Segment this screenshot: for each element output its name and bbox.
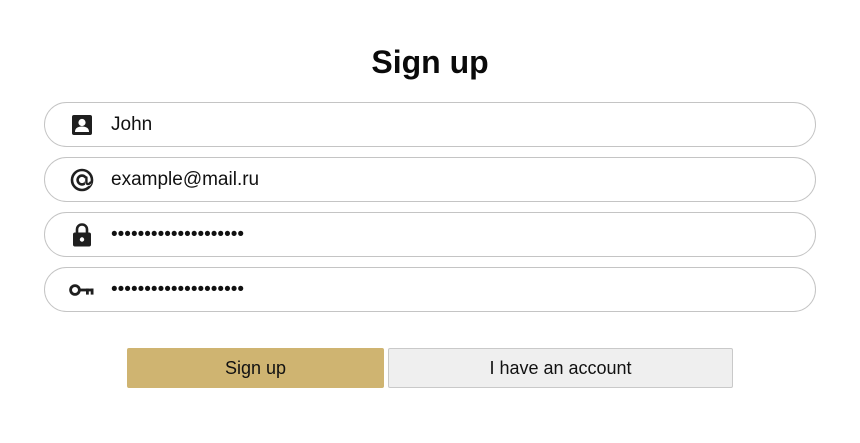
name-input[interactable] <box>111 103 791 146</box>
password-input[interactable] <box>111 213 791 256</box>
form-actions: Sign up I have an account <box>127 348 733 388</box>
signup-page: Sign up John example@mail.ru •••••••••••… <box>0 0 860 443</box>
password-confirm-field[interactable] <box>44 267 816 312</box>
signup-form <box>44 102 816 322</box>
page-title: Sign up <box>371 44 489 80</box>
name-field[interactable] <box>44 102 816 147</box>
password-field[interactable] <box>44 212 816 257</box>
password-confirm-input[interactable] <box>111 268 791 311</box>
key-icon <box>69 277 95 303</box>
have-account-button[interactable]: I have an account <box>388 348 733 388</box>
contact-card-icon <box>69 112 95 138</box>
email-input[interactable] <box>111 158 791 201</box>
lock-icon <box>69 222 95 248</box>
at-sign-icon <box>69 167 95 193</box>
sign-up-button[interactable]: Sign up <box>127 348 384 388</box>
email-field[interactable] <box>44 157 816 202</box>
